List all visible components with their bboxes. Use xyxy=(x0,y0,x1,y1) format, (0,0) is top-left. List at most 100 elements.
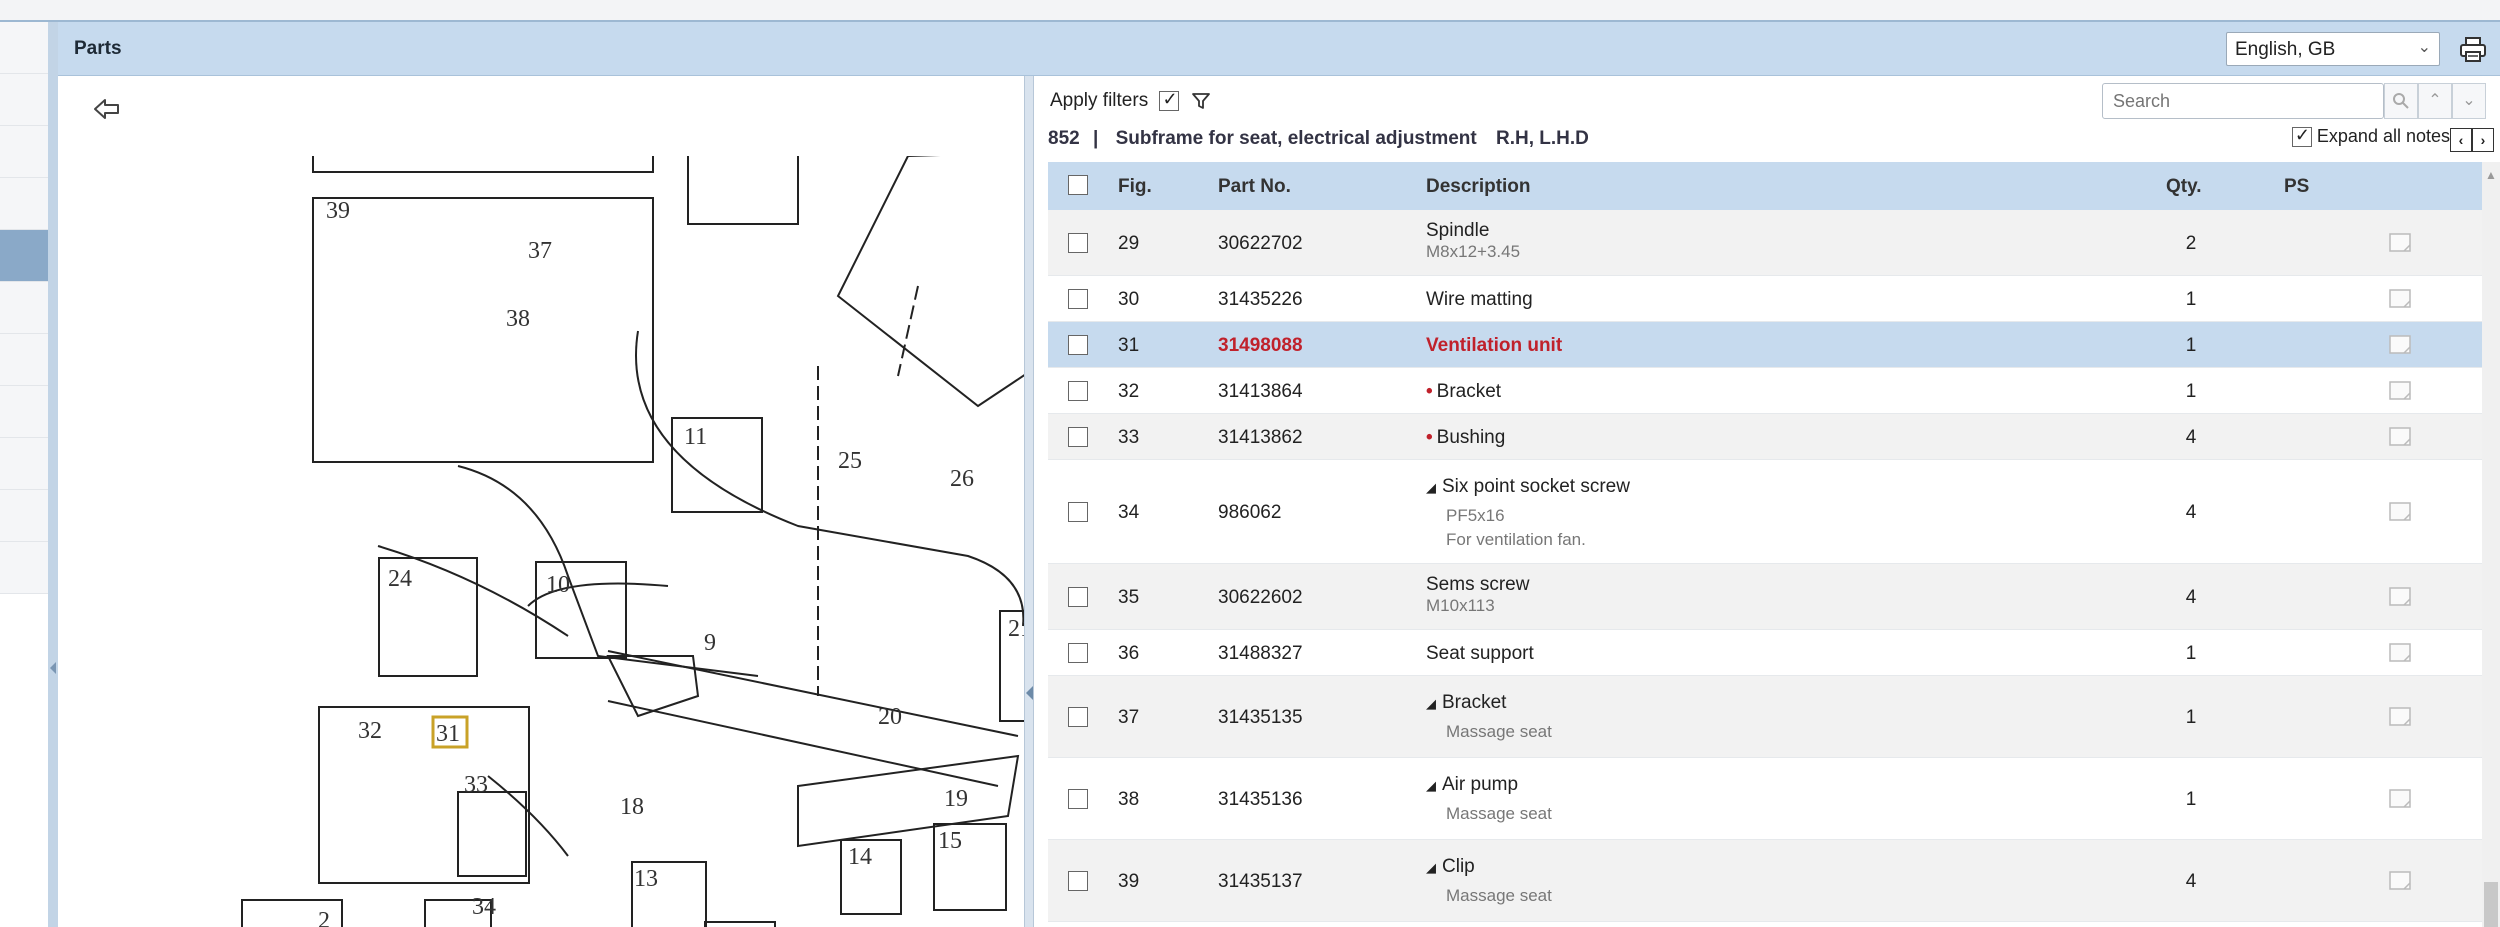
table-row[interactable]: 36 31488327 Seat support 1 xyxy=(1048,630,2484,676)
col-description[interactable]: Description xyxy=(1426,176,1531,198)
expand-triangle-icon[interactable]: ◢ xyxy=(1426,480,1436,495)
callout[interactable]: 26 xyxy=(950,466,974,492)
row-checkbox[interactable] xyxy=(1068,335,1088,355)
callout[interactable]: 9 xyxy=(704,630,716,656)
callout[interactable]: 25 xyxy=(838,448,862,474)
search-input[interactable] xyxy=(2102,83,2384,119)
search-next-button[interactable]: ⌄ xyxy=(2452,83,2486,119)
nav-splitter[interactable] xyxy=(48,22,58,927)
expand-triangle-icon[interactable]: ◢ xyxy=(1426,860,1436,875)
nav-item[interactable] xyxy=(0,438,48,490)
nav-item-active[interactable] xyxy=(0,230,48,282)
col-part-no[interactable]: Part No. xyxy=(1218,176,1291,198)
table-row[interactable]: 31 31498088 Ventilation unit 1 xyxy=(1048,322,2484,368)
callout[interactable]: 10 xyxy=(546,572,570,598)
row-checkbox[interactable] xyxy=(1068,502,1088,522)
callout[interactable]: 11 xyxy=(684,424,707,450)
col-fig[interactable]: Fig. xyxy=(1118,176,1152,198)
table-row[interactable]: 33 31413862 • Bushing 4 xyxy=(1048,414,2484,460)
nav-item[interactable] xyxy=(0,386,48,438)
nav-item[interactable] xyxy=(0,542,48,594)
nav-item[interactable] xyxy=(0,126,48,178)
exploded-parts-diagram[interactable]: 39 37 38 25 26 11 24 10 9 21 20 18 19 32… xyxy=(238,156,1038,927)
search-button[interactable] xyxy=(2384,83,2418,119)
callout[interactable]: 15 xyxy=(938,828,962,854)
nav-item[interactable] xyxy=(0,178,48,230)
print-button[interactable] xyxy=(2456,32,2490,66)
col-qty[interactable]: Qty. xyxy=(2166,176,2202,198)
nav-item[interactable] xyxy=(0,334,48,386)
notepad-icon[interactable] xyxy=(2388,501,2414,523)
next-group-button[interactable]: › xyxy=(2472,128,2494,152)
callout[interactable]: 31 xyxy=(436,721,460,747)
table-row[interactable]: 32 31413864 • Bracket 1 xyxy=(1048,368,2484,414)
row-checkbox[interactable] xyxy=(1068,643,1088,663)
row-part-no[interactable]: 31413862 xyxy=(1218,427,1303,449)
callout[interactable]: 24 xyxy=(388,566,412,592)
col-ps[interactable]: PS xyxy=(2284,176,2309,198)
callout[interactable]: 18 xyxy=(620,794,644,820)
expand-notes-checkbox[interactable] xyxy=(2291,125,2312,148)
collapse-left-icon[interactable] xyxy=(50,662,56,674)
back-arrow-icon[interactable] xyxy=(92,96,122,127)
table-row[interactable]: 30 31435226 Wire matting 1 xyxy=(1048,276,2484,322)
notepad-icon[interactable] xyxy=(2388,788,2414,810)
callout[interactable]: 20 xyxy=(878,704,902,730)
row-checkbox[interactable] xyxy=(1068,381,1088,401)
row-checkbox[interactable] xyxy=(1068,587,1088,607)
filter-icon[interactable] xyxy=(1191,91,1211,111)
nav-item[interactable] xyxy=(0,490,48,542)
notepad-icon[interactable] xyxy=(2388,870,2414,892)
notepad-icon[interactable] xyxy=(2388,380,2414,402)
callout[interactable]: 34 xyxy=(472,894,496,920)
row-part-no[interactable]: 30622702 xyxy=(1218,233,1303,255)
prev-group-button[interactable]: ‹ xyxy=(2450,128,2472,152)
callout[interactable]: 2 xyxy=(318,908,330,927)
select-all-checkbox[interactable] xyxy=(1068,175,1088,195)
callout[interactable]: 32 xyxy=(358,718,382,744)
callout[interactable]: 14 xyxy=(848,844,872,870)
table-row[interactable]: 35 30622602 Sems screw M10x113 4 xyxy=(1048,564,2484,630)
row-part-no[interactable]: 31413864 xyxy=(1218,381,1303,403)
row-checkbox[interactable] xyxy=(1068,427,1088,447)
notepad-icon[interactable] xyxy=(2388,288,2414,310)
row-part-no[interactable]: 31498088 xyxy=(1218,335,1303,357)
notepad-icon[interactable] xyxy=(2388,232,2414,254)
nav-item[interactable] xyxy=(0,22,48,74)
notepad-icon[interactable] xyxy=(2388,334,2414,356)
row-checkbox[interactable] xyxy=(1068,789,1088,809)
callout[interactable]: 38 xyxy=(506,306,530,332)
apply-filters-checkbox[interactable] xyxy=(1159,89,1180,111)
row-part-no[interactable]: 31435136 xyxy=(1218,789,1303,811)
callout[interactable]: 13 xyxy=(634,866,658,892)
table-row[interactable]: 38 31435136 ◢ Air pump Massage seat 1 xyxy=(1048,758,2484,840)
notepad-icon[interactable] xyxy=(2388,586,2414,608)
scrollbar-thumb[interactable] xyxy=(2484,882,2498,927)
nav-item[interactable] xyxy=(0,74,48,126)
table-row[interactable]: 34 986062 ◢ Six point socket screw PF5x16 For… xyxy=(1048,460,2484,564)
row-part-no[interactable]: 31488327 xyxy=(1218,643,1303,665)
callout[interactable]: 33 xyxy=(464,772,488,798)
row-part-no[interactable]: 986062 xyxy=(1218,502,1281,524)
table-row[interactable]: 37 31435135 ◢ Bracket Massage seat 1 xyxy=(1048,676,2484,758)
row-part-no[interactable]: 30622602 xyxy=(1218,587,1303,609)
row-checkbox[interactable] xyxy=(1068,233,1088,253)
nav-item[interactable] xyxy=(0,282,48,334)
expand-triangle-icon[interactable]: ◢ xyxy=(1426,696,1436,711)
panel-splitter[interactable] xyxy=(1024,76,1034,927)
table-row[interactable]: 29 30622702 Spindle M8x12+3.45 2 xyxy=(1048,210,2484,276)
table-row[interactable]: 39 31435137 ◢ Clip Massage seat 4 xyxy=(1048,840,2484,922)
row-checkbox[interactable] xyxy=(1068,707,1088,727)
notepad-icon[interactable] xyxy=(2388,706,2414,728)
callout[interactable]: 37 xyxy=(528,238,552,264)
row-part-no[interactable]: 31435137 xyxy=(1218,871,1303,893)
collapse-arrow-icon[interactable] xyxy=(1026,686,1033,700)
table-scrollbar[interactable]: ▲ xyxy=(2482,162,2500,927)
row-checkbox[interactable] xyxy=(1068,289,1088,309)
row-part-no[interactable]: 31435135 xyxy=(1218,707,1303,729)
callout[interactable]: 19 xyxy=(944,786,968,812)
row-checkbox[interactable] xyxy=(1068,871,1088,891)
scroll-up-icon[interactable]: ▲ xyxy=(2485,168,2497,182)
expand-triangle-icon[interactable]: ◢ xyxy=(1426,778,1436,793)
notepad-icon[interactable] xyxy=(2388,642,2414,664)
